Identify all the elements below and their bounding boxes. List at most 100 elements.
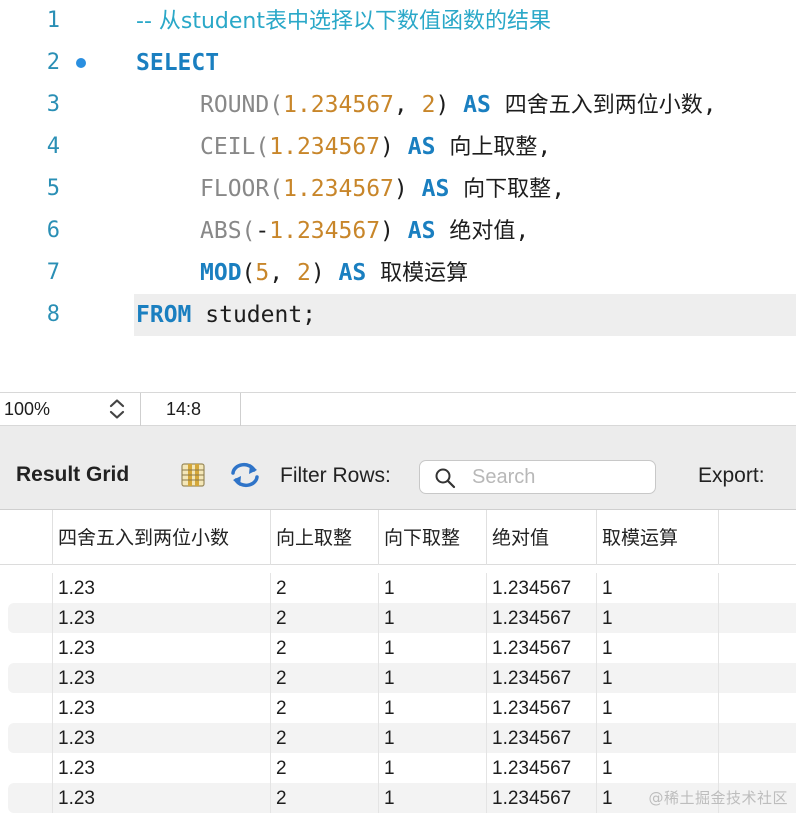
result-grid-icon[interactable] [180, 462, 206, 488]
column-header-floor[interactable]: 向下取整 [378, 510, 486, 565]
code-line[interactable]: CEIL(1.234567) AS 向上取整, [134, 126, 796, 168]
code-line[interactable]: SELECT [134, 42, 796, 84]
cell-round[interactable]: 1.23 [52, 723, 270, 753]
divider [140, 393, 141, 427]
cell-mod[interactable]: 1 [596, 723, 718, 753]
zoom-level[interactable]: 100% [4, 399, 50, 420]
table-row[interactable]: 1.23 2 1 1.234567 1 [8, 603, 796, 633]
cell-round[interactable]: 1.23 [52, 783, 270, 813]
cell-abs[interactable]: 1.234567 [486, 723, 596, 753]
cell-abs[interactable]: 1.234567 [486, 753, 596, 783]
panel-splitter[interactable] [0, 426, 796, 440]
comma: , [551, 176, 566, 202]
cell-ceil[interactable]: 2 [270, 723, 378, 753]
comma: , [537, 134, 552, 160]
breakpoint-dot-icon[interactable] [76, 58, 86, 68]
cell-mod[interactable]: 1 [596, 633, 718, 663]
table-row[interactable]: 1.23 2 1 1.234567 1 [8, 663, 796, 693]
column-alias: 向上取整 [449, 135, 538, 160]
cell-empty [718, 693, 796, 723]
keyword-as: AS [407, 218, 436, 244]
keyword-as: AS [407, 134, 436, 160]
paren: ) [380, 218, 394, 244]
cell-ceil[interactable]: 2 [270, 573, 378, 603]
cell-mod[interactable]: 1 [596, 573, 718, 603]
filter-search-input[interactable] [472, 464, 648, 490]
table-row[interactable]: 1.23 2 1 1.234567 1 [8, 573, 796, 603]
line-number: 2 [46, 50, 60, 75]
code-line[interactable]: ROUND(1.234567, 2) AS 四舍五入到两位小数, [134, 84, 796, 126]
cell-round[interactable]: 1.23 [52, 603, 270, 633]
cell-floor[interactable]: 1 [378, 603, 486, 633]
cell-abs[interactable]: 1.234567 [486, 693, 596, 723]
code-line[interactable]: -- 从student表中选择以下数值函数的结果 [134, 0, 796, 42]
cell-empty [718, 633, 796, 663]
column-header-abs[interactable]: 绝对值 [486, 510, 596, 565]
result-toolbar: Result Grid Filter Rows: Export: [0, 440, 796, 510]
cell-ceil[interactable]: 2 [270, 783, 378, 813]
comma: , [269, 260, 297, 286]
table-row[interactable]: 1.23 2 1 1.234567 1 [8, 633, 796, 663]
export-label[interactable]: Export: [698, 464, 765, 488]
filter-rows-label: Filter Rows: [280, 464, 391, 487]
function-name: MOD [200, 260, 242, 286]
cell-floor[interactable]: 1 [378, 633, 486, 663]
cell-empty [718, 663, 796, 693]
table-row[interactable]: 1.23 2 1 1.234567 1 [8, 723, 796, 753]
number-literal: 5 [255, 260, 270, 286]
table-row[interactable]: 1.23 2 1 1.234567 1 [8, 693, 796, 723]
cell-mod[interactable]: 1 [596, 603, 718, 633]
editor-line: 6 ABS(-1.234567) AS 绝对值, [0, 210, 796, 252]
column-header-round[interactable]: 四舍五入到两位小数 [52, 510, 270, 565]
number-literal: 1.234567 [269, 134, 381, 160]
result-grid-tab[interactable]: Result Grid [16, 463, 129, 487]
cell-ceil[interactable]: 2 [270, 753, 378, 783]
filter-search-box[interactable] [419, 460, 656, 494]
cell-floor[interactable]: 1 [378, 573, 486, 603]
cell-abs[interactable]: 1.234567 [486, 633, 596, 663]
code-line[interactable]: FLOOR(1.234567) AS 向下取整, [134, 168, 796, 210]
column-alias: 绝对值 [449, 219, 516, 244]
refresh-icon[interactable] [228, 461, 262, 489]
cell-ceil[interactable]: 2 [270, 693, 378, 723]
cell-floor[interactable]: 1 [378, 783, 486, 813]
cell-floor[interactable]: 1 [378, 663, 486, 693]
cell-floor[interactable]: 1 [378, 753, 486, 783]
cell-mod[interactable]: 1 [596, 663, 718, 693]
chevron-up-down-icon[interactable] [104, 397, 130, 421]
cell-abs[interactable]: 1.234567 [486, 663, 596, 693]
cell-empty [718, 753, 796, 783]
cell-ceil[interactable]: 2 [270, 633, 378, 663]
line-number: 3 [46, 92, 60, 117]
function-name: CEIL [200, 134, 256, 160]
cell-round[interactable]: 1.23 [52, 633, 270, 663]
cell-ceil[interactable]: 2 [270, 663, 378, 693]
sql-editor[interactable]: 1 -- 从student表中选择以下数值函数的结果 2 SELECT 3 RO… [0, 0, 796, 392]
cell-round[interactable]: 1.23 [52, 573, 270, 603]
code-line[interactable]: MOD(5, 2) AS 取模运算 [134, 252, 796, 294]
cell-abs[interactable]: 1.234567 [486, 573, 596, 603]
line-number: 7 [46, 260, 60, 285]
cell-floor[interactable]: 1 [378, 723, 486, 753]
cell-mod[interactable]: 1 [596, 693, 718, 723]
code-line[interactable]: ABS(-1.234567) AS 绝对值, [134, 210, 796, 252]
keyword-as: AS [421, 176, 450, 202]
line-number: 4 [46, 134, 60, 159]
code-line[interactable]: FROM student; [134, 294, 796, 336]
column-header-mod[interactable]: 取模运算 [596, 510, 718, 565]
cell-mod[interactable]: 1 [596, 753, 718, 783]
column-alias: 向下取整 [463, 177, 552, 202]
cell-round[interactable]: 1.23 [52, 663, 270, 693]
column-header-ceil[interactable]: 向上取整 [270, 510, 378, 565]
cell-ceil[interactable]: 2 [270, 603, 378, 633]
cell-round[interactable]: 1.23 [52, 753, 270, 783]
cell-round[interactable]: 1.23 [52, 693, 270, 723]
cell-abs[interactable]: 1.234567 [486, 603, 596, 633]
result-grid[interactable]: 四舍五入到两位小数 向上取整 向下取整 绝对值 取模运算 1.23 2 1 1.234… [0, 510, 796, 814]
column-alias: 取模运算 [380, 261, 469, 286]
table-row[interactable]: 1.23 2 1 1.234567 1 [8, 753, 796, 783]
cell-floor[interactable]: 1 [378, 693, 486, 723]
comma: , [393, 92, 422, 118]
cell-abs[interactable]: 1.234567 [486, 783, 596, 813]
editor-line-current: 8 FROM student; [0, 294, 796, 336]
